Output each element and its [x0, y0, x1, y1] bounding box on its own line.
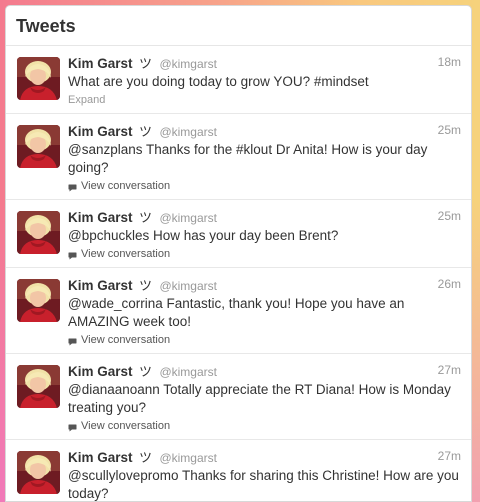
tweet-header: Kim Garst ツ @kimgarst [68, 55, 461, 72]
tweet-timestamp[interactable]: 26m [438, 277, 461, 291]
tweets-panel: Tweets Kim Garst ツ @kimgarst 18m What ar… [5, 5, 472, 502]
tweet-action-label[interactable]: View conversation [81, 247, 170, 261]
author-handle[interactable]: @kimgarst [159, 451, 217, 465]
author-symbol: ツ [138, 124, 152, 139]
tweet-action-label[interactable]: View conversation [81, 333, 170, 347]
avatar[interactable] [17, 211, 60, 254]
speech-bubble-icon [68, 422, 77, 432]
tweet-action[interactable]: View conversation [68, 247, 461, 261]
author-symbol: ツ [138, 56, 152, 71]
author-handle[interactable]: @kimgarst [159, 365, 217, 379]
author-name[interactable]: Kim Garst [68, 450, 133, 465]
author-name[interactable]: Kim Garst [68, 364, 133, 379]
tweet-item[interactable]: Kim Garst ツ @kimgarst 27m @scullylovepro… [6, 440, 471, 501]
tweet-item[interactable]: Kim Garst ツ @kimgarst 18m What are you d… [6, 46, 471, 114]
tweet-action[interactable]: View conversation [68, 419, 461, 433]
tweet-action-label[interactable]: View conversation [81, 419, 170, 433]
tweet-header: Kim Garst ツ @kimgarst [68, 277, 461, 294]
tweet-item[interactable]: Kim Garst ツ @kimgarst 27m @dianaanoann T… [6, 354, 471, 440]
tweet-item[interactable]: Kim Garst ツ @kimgarst 26m @wade_corrina … [6, 268, 471, 354]
tweet-timestamp[interactable]: 27m [438, 449, 461, 463]
tweet-text: What are you doing today to grow YOU? #m… [68, 74, 369, 89]
tweet-action[interactable]: View conversation [68, 333, 461, 347]
tweet-action[interactable]: Expand [68, 93, 461, 107]
author-handle[interactable]: @kimgarst [159, 279, 217, 293]
author-symbol: ツ [138, 278, 152, 293]
avatar[interactable] [17, 451, 60, 494]
tweet-action-label[interactable]: View conversation [81, 179, 170, 193]
tweet-text: @scullylovepromo Thanks for sharing this… [68, 468, 459, 501]
author-name[interactable]: Kim Garst [68, 124, 133, 139]
author-handle[interactable]: @kimgarst [159, 125, 217, 139]
tweet-header: Kim Garst ツ @kimgarst [68, 123, 461, 140]
tweet-timestamp[interactable]: 18m [438, 55, 461, 69]
tweet-timestamp[interactable]: 25m [438, 123, 461, 137]
author-handle[interactable]: @kimgarst [159, 211, 217, 225]
panel-title: Tweets [16, 16, 76, 36]
avatar-image [17, 279, 60, 322]
tweet-timestamp[interactable]: 27m [438, 363, 461, 377]
tweet-header: Kim Garst ツ @kimgarst [68, 449, 461, 466]
author-name[interactable]: Kim Garst [68, 278, 133, 293]
avatar[interactable] [17, 279, 60, 322]
avatar-image [17, 451, 60, 494]
avatar[interactable] [17, 365, 60, 408]
tweet-list: Kim Garst ツ @kimgarst 18m What are you d… [6, 46, 471, 501]
speech-bubble-icon [68, 182, 77, 192]
panel-header: Tweets [6, 6, 471, 46]
avatar[interactable] [17, 125, 60, 168]
speech-bubble-icon [68, 250, 77, 260]
speech-bubble-icon [68, 336, 77, 346]
avatar-image [17, 211, 60, 254]
author-symbol: ツ [138, 364, 152, 379]
author-name[interactable]: Kim Garst [68, 56, 133, 71]
avatar-image [17, 57, 60, 100]
tweet-action-label[interactable]: Expand [68, 93, 105, 107]
author-symbol: ツ [138, 210, 152, 225]
avatar-image [17, 125, 60, 168]
tweet-text: @wade_corrina Fantastic, thank you! Hope… [68, 296, 405, 329]
author-symbol: ツ [138, 450, 152, 465]
author-handle[interactable]: @kimgarst [159, 57, 217, 71]
tweet-header: Kim Garst ツ @kimgarst [68, 363, 461, 380]
avatar[interactable] [17, 57, 60, 100]
tweet-header: Kim Garst ツ @kimgarst [68, 209, 461, 226]
tweet-action[interactable]: View conversation [68, 179, 461, 193]
tweet-item[interactable]: Kim Garst ツ @kimgarst 25m @bpchuckles Ho… [6, 200, 471, 268]
tweet-text: @sanzplans Thanks for the #klout Dr Anit… [68, 142, 428, 175]
tweet-timestamp[interactable]: 25m [438, 209, 461, 223]
tweet-text: @dianaanoann Totally appreciate the RT D… [68, 382, 451, 415]
author-name[interactable]: Kim Garst [68, 210, 133, 225]
tweet-item[interactable]: Kim Garst ツ @kimgarst 25m @sanzplans Tha… [6, 114, 471, 200]
tweet-text: @bpchuckles How has your day been Brent? [68, 228, 339, 243]
avatar-image [17, 365, 60, 408]
